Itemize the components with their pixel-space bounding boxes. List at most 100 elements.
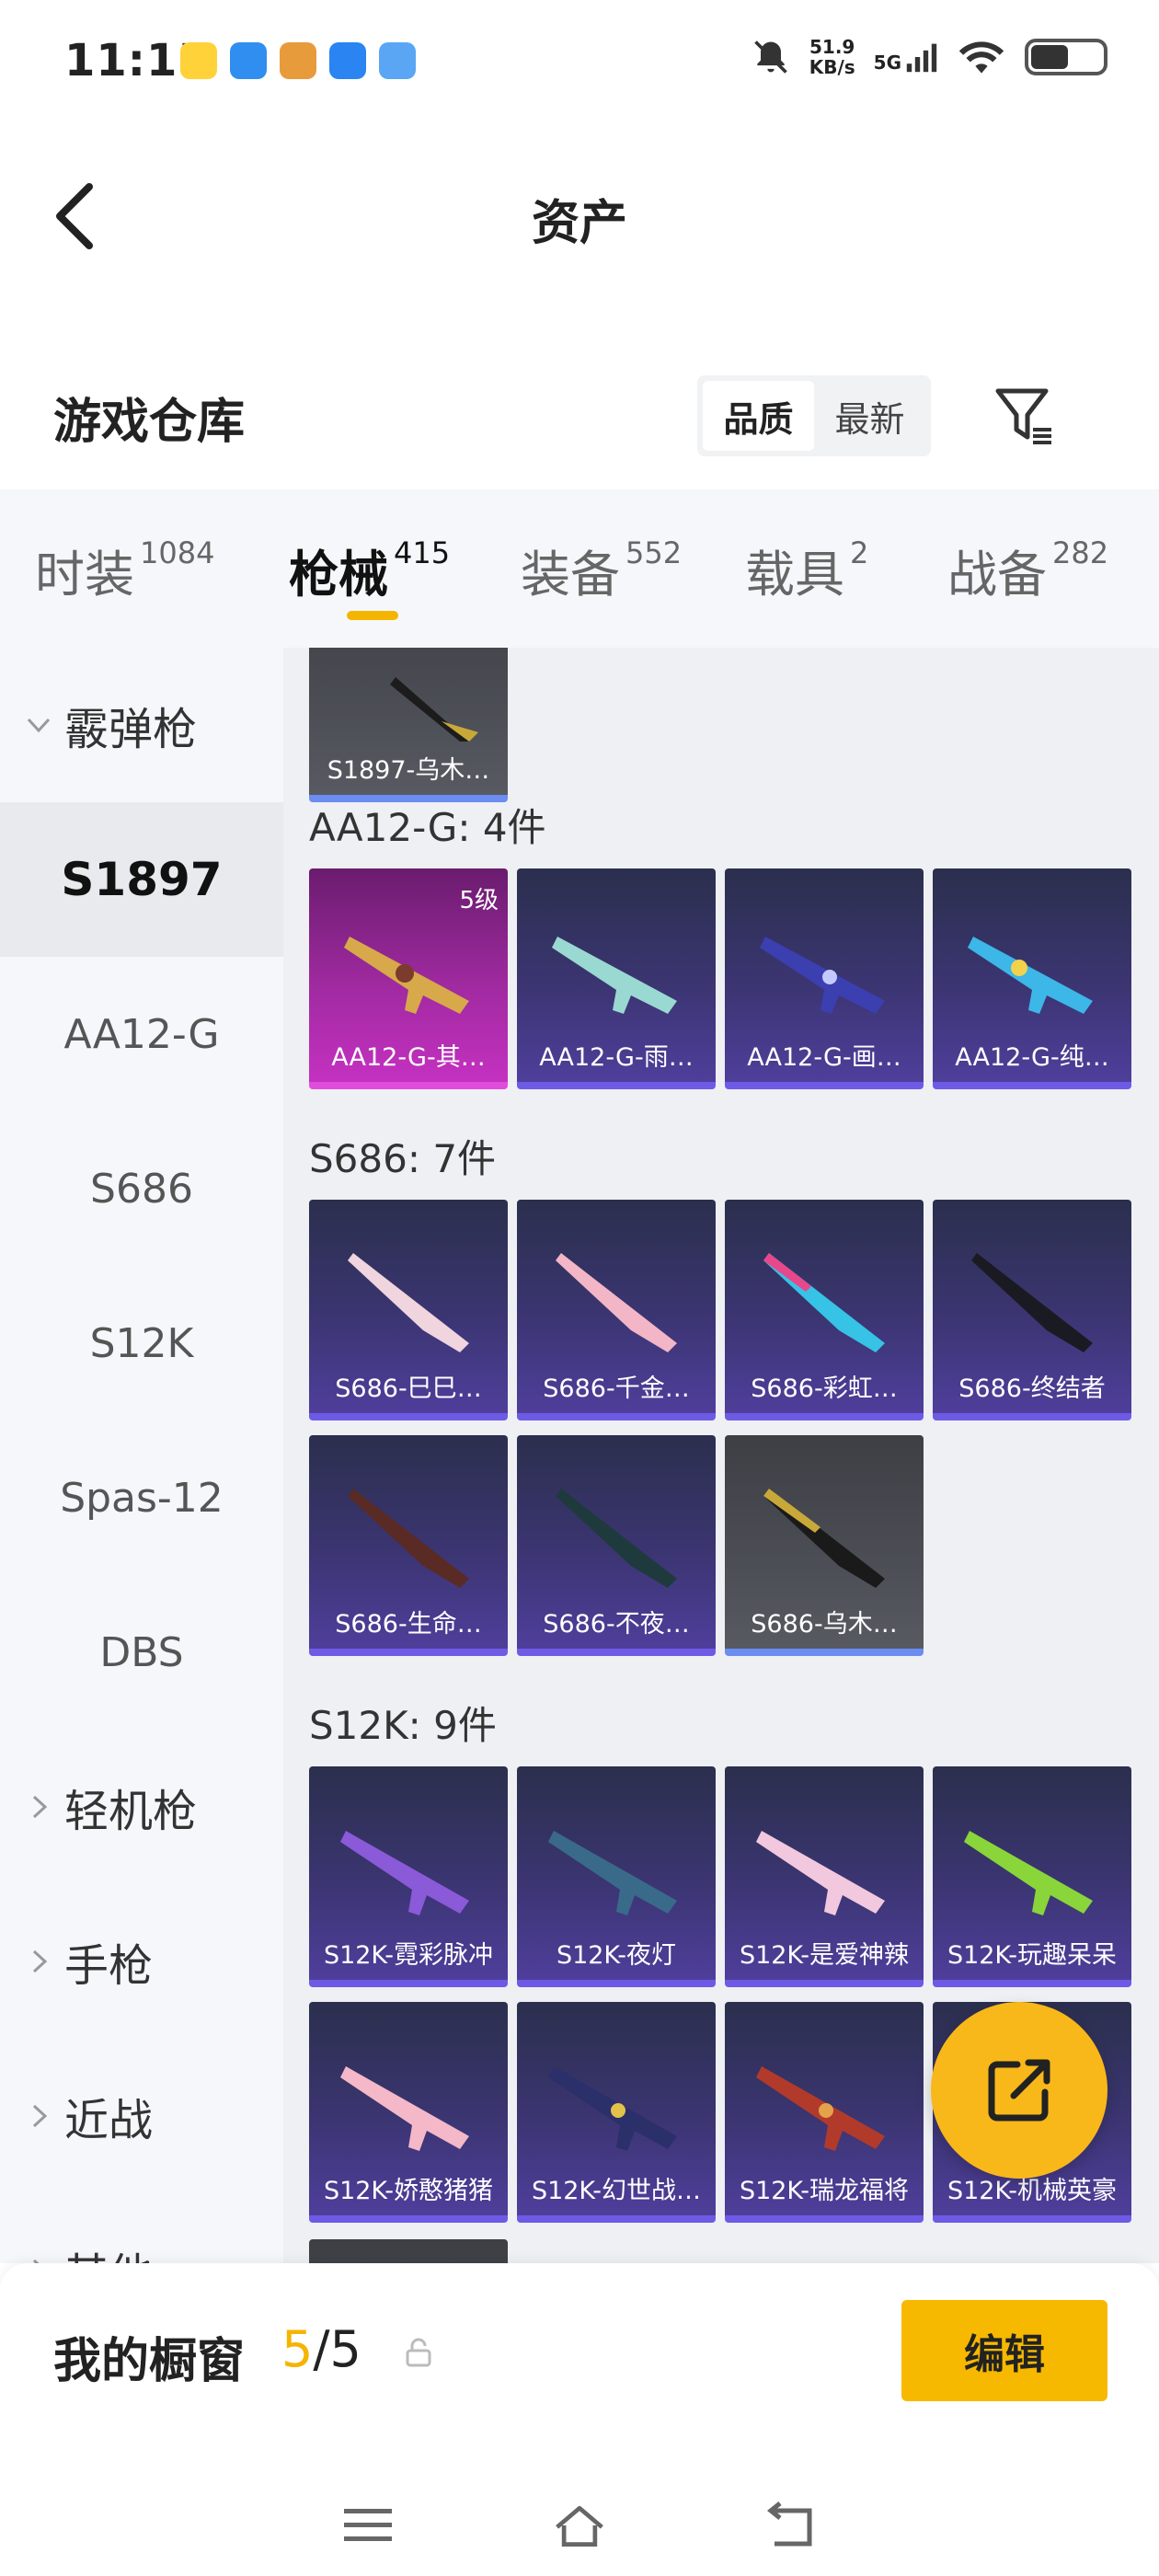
share-button[interactable] <box>931 2002 1107 2179</box>
rifle-skin-icon <box>548 1831 677 1915</box>
weapon-card-name: S12K-幻世战… <box>531 2177 702 2205</box>
sort-quality-button[interactable]: 品质 <box>703 381 814 451</box>
app-notification-icon <box>180 42 217 79</box>
tab-equipment[interactable]: 装备 552 <box>506 489 745 648</box>
mute-bell-icon <box>753 40 787 74</box>
weapon-card[interactable]: S686-巳巳… <box>309 1200 508 1420</box>
sidebar-group-label: 其他 <box>64 2238 153 2263</box>
sidebar-group-label: 轻机枪 <box>64 1786 198 1837</box>
sidebar-item-spas12[interactable]: Spas-12 <box>0 1420 283 1575</box>
weapon-card[interactable]: AA12-G-画… <box>725 868 924 1089</box>
showcase-label: 我的橱窗 <box>53 2334 246 2389</box>
weapon-card[interactable]: S686-彩虹… <box>725 1200 924 1420</box>
shotgun-skin-icon <box>348 1253 469 1352</box>
weapon-card[interactable]: AA12-G-雨… <box>517 868 716 1089</box>
tab-guns[interactable]: 枪械 415 <box>276 489 506 648</box>
home-icon[interactable] <box>552 2498 607 2553</box>
showcase-count-total: /5 <box>313 2320 361 2378</box>
shotgun-skin-icon <box>390 677 478 742</box>
weapon-card[interactable]: 5级 AA12-G-其… <box>309 868 508 1089</box>
group-title-s686: S686: 7件 <box>309 1136 497 1181</box>
weapon-card-name: S686-乌木… <box>751 1610 898 1639</box>
tab-count: 1084 <box>140 535 215 570</box>
weapon-type-sidebar: 霰弹枪 S1897 AA12-G S686 S12K Spas-12 DBS 轻… <box>0 648 283 2263</box>
weapon-card[interactable]: S686-不夜… <box>517 1435 716 1656</box>
weapon-card-name: S686-终结者 <box>958 1374 1106 1403</box>
app-notification-icon <box>329 42 366 79</box>
sidebar-group-pistol[interactable]: 手枪 <box>0 1884 283 2039</box>
sidebar-item-dbs[interactable]: DBS <box>0 1575 283 1730</box>
weapon-card-name: S12K-是爱神辣 <box>739 1941 910 1970</box>
weapon-card-name: S12K-瑞龙福将 <box>739 2177 910 2205</box>
weapon-card[interactable]: S686-千金… <box>517 1200 716 1420</box>
warehouse-header: 游戏仓库 品质 最新 <box>0 340 1159 488</box>
weapon-card[interactable]: S1897-乌木… <box>309 648 508 802</box>
tab-vehicles[interactable]: 载具 2 <box>745 489 942 648</box>
rifle-skin-icon <box>340 1831 469 1915</box>
rifle-skin-icon <box>760 937 885 1014</box>
lock-icon <box>406 2338 431 2367</box>
sidebar-group-label: 霰弹枪 <box>64 704 198 755</box>
weapon-card-name: S12K-娇憨猪猪 <box>323 2177 494 2205</box>
weapon-card-name: S12K-霓彩脉冲 <box>323 1941 494 1970</box>
weapon-card[interactable]: S686-生命… <box>309 1435 508 1656</box>
weapon-card[interactable]: S12K-玩趣呆呆 <box>933 1766 1131 1987</box>
sidebar-item-s686[interactable]: S686 <box>0 1111 283 1266</box>
tab-fashion[interactable]: 时装 1084 <box>0 489 276 648</box>
weapon-card-name: S686-不夜… <box>543 1610 690 1639</box>
tab-combat-supplies[interactable]: 战备 282 <box>942 489 1159 648</box>
edit-showcase-button[interactable]: 编辑 <box>901 2300 1107 2401</box>
weapon-card[interactable]: S12K-霓彩脉冲 <box>309 1766 508 1987</box>
tab-count: 415 <box>394 535 451 570</box>
app-notification-icon <box>379 42 416 79</box>
group-title-aa12g: AA12-G: 4件 <box>309 805 546 850</box>
category-tabs: 时装 1084 枪械 415 装备 552 载具 2 战备 282 <box>0 489 1159 648</box>
shotgun-skin-icon <box>556 1489 677 1588</box>
weapon-card[interactable] <box>309 2239 508 2263</box>
weapon-card[interactable]: S12K-是爱神辣 <box>725 1766 924 1987</box>
tab-label: 装备 <box>521 546 620 604</box>
weapon-card[interactable]: S686-乌木… <box>725 1435 924 1656</box>
sidebar-item-s12k[interactable]: S12K <box>0 1266 283 1420</box>
sidebar-item-s1897[interactable]: S1897 <box>0 802 283 957</box>
weapon-card[interactable]: AA12-G-纯… <box>933 868 1131 1089</box>
weapon-card[interactable]: S12K-瑞龙福将 <box>725 2002 924 2223</box>
weapon-card[interactable]: S12K-夜灯 <box>517 1766 716 1987</box>
tab-active-indicator <box>347 611 398 620</box>
tab-count: 2 <box>850 535 869 570</box>
menu-icon[interactable] <box>340 2498 396 2553</box>
shotgun-skin-icon <box>556 1253 677 1352</box>
network-speed: 51.9 KB/s <box>809 37 855 77</box>
weapon-card-name: AA12-G-纯… <box>955 1043 1109 1072</box>
tab-count: 552 <box>625 535 683 570</box>
weapon-card-name: S1897-乌木… <box>327 756 490 785</box>
rifle-skin-icon <box>552 937 677 1014</box>
weapon-card-name: S686-巳巳… <box>335 1374 482 1403</box>
tab-label: 战备 <box>947 546 1047 604</box>
sidebar-group-shotgun[interactable]: 霰弹枪 <box>0 648 283 802</box>
wifi-icon <box>958 41 1004 74</box>
rifle-skin-icon <box>964 1831 1093 1915</box>
rifle-skin-icon <box>340 2066 469 2151</box>
signal-bars-icon <box>906 43 937 73</box>
weapon-card-name: S12K-玩趣呆呆 <box>947 1941 1118 1970</box>
sidebar-group-lmg[interactable]: 轻机枪 <box>0 1730 283 1884</box>
weapon-card-name: S686-千金… <box>543 1374 690 1403</box>
weapon-card-name: AA12-G-其… <box>331 1043 486 1072</box>
weapon-card-name: S686-生命… <box>335 1610 482 1639</box>
rifle-skin-icon <box>756 2066 885 2151</box>
tab-label: 时装 <box>35 546 134 604</box>
sidebar-group-melee[interactable]: 近战 <box>0 2039 283 2193</box>
weapon-card[interactable]: S12K-幻世战… <box>517 2002 716 2223</box>
filter-button[interactable] <box>986 377 1063 454</box>
sort-newest-button[interactable]: 最新 <box>814 381 925 451</box>
weapon-card[interactable]: S12K-娇憨猪猪 <box>309 2002 508 2223</box>
sidebar-group-other[interactable]: 其他 <box>0 2193 283 2263</box>
weapon-card[interactable]: S686-终结者 <box>933 1200 1131 1420</box>
weapon-card-name: S12K-夜灯 <box>556 1941 677 1970</box>
back-nav-icon[interactable] <box>763 2498 819 2553</box>
shotgun-skin-icon <box>763 1253 885 1352</box>
sidebar-item-aa12g[interactable]: AA12-G <box>0 957 283 1111</box>
weapon-card-name: AA12-G-雨… <box>539 1043 694 1072</box>
sidebar-group-label: 近战 <box>64 2095 154 2146</box>
